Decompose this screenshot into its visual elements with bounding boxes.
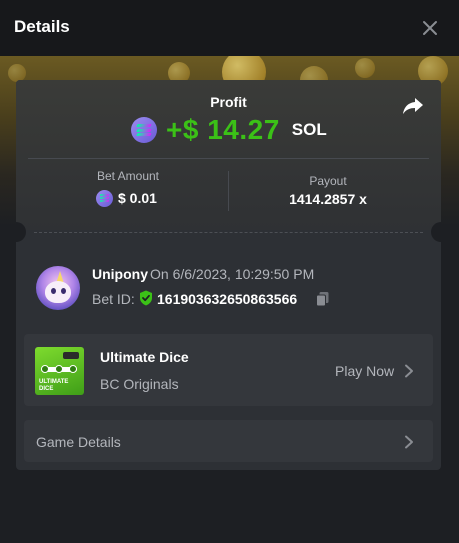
bet-amount-value: $ 0.01	[118, 190, 157, 206]
bet-id-label: Bet ID:	[92, 291, 135, 307]
profit-currency: SOL	[291, 120, 327, 139]
play-now-button[interactable]: Play Now	[335, 363, 394, 379]
game-name: Ultimate Dice	[100, 349, 189, 365]
dashed-divider	[34, 232, 423, 233]
bet-amount-label: Bet Amount	[96, 169, 160, 183]
avatar[interactable]	[36, 266, 80, 310]
game-details-button[interactable]: Game Details	[24, 420, 433, 462]
chevron-right-icon	[405, 435, 413, 449]
chevron-right-icon	[405, 364, 413, 378]
close-icon[interactable]	[419, 17, 441, 39]
solana-icon	[96, 189, 113, 207]
bet-details-card: Profit +$ 14.27 SOL Bet Amount $ 0.01 Pa…	[16, 80, 441, 470]
divider	[28, 158, 429, 159]
solana-icon	[131, 117, 157, 143]
shield-check-icon	[140, 290, 152, 306]
payout-value: 1414.2857 x	[289, 191, 367, 207]
game-row-ultimate-dice[interactable]: ULTIMATE DICE Ultimate Dice BC Originals…	[24, 334, 433, 406]
profit-value: +$ 14.27	[166, 114, 280, 145]
profit-amount-row: +$ 14.27 SOL	[131, 114, 327, 145]
divider	[228, 171, 229, 211]
game-details-label: Game Details	[36, 434, 121, 450]
bet-amount-row: $ 0.01	[96, 188, 157, 208]
username[interactable]: Unipony	[92, 266, 148, 282]
game-thumbnail: ULTIMATE DICE	[35, 347, 84, 395]
payout-label: Payout	[309, 174, 347, 188]
profit-label: Profit	[210, 94, 247, 110]
details-header: Details	[0, 0, 459, 56]
page-title: Details	[14, 17, 70, 36]
copy-icon[interactable]	[315, 291, 331, 307]
share-icon[interactable]	[402, 96, 424, 116]
bet-date: On 6/6/2023, 10:29:50 PM	[150, 266, 315, 282]
bet-id-value: 161903632650863566	[157, 291, 298, 307]
game-provider: BC Originals	[100, 376, 179, 392]
ticket-notch	[431, 222, 441, 242]
